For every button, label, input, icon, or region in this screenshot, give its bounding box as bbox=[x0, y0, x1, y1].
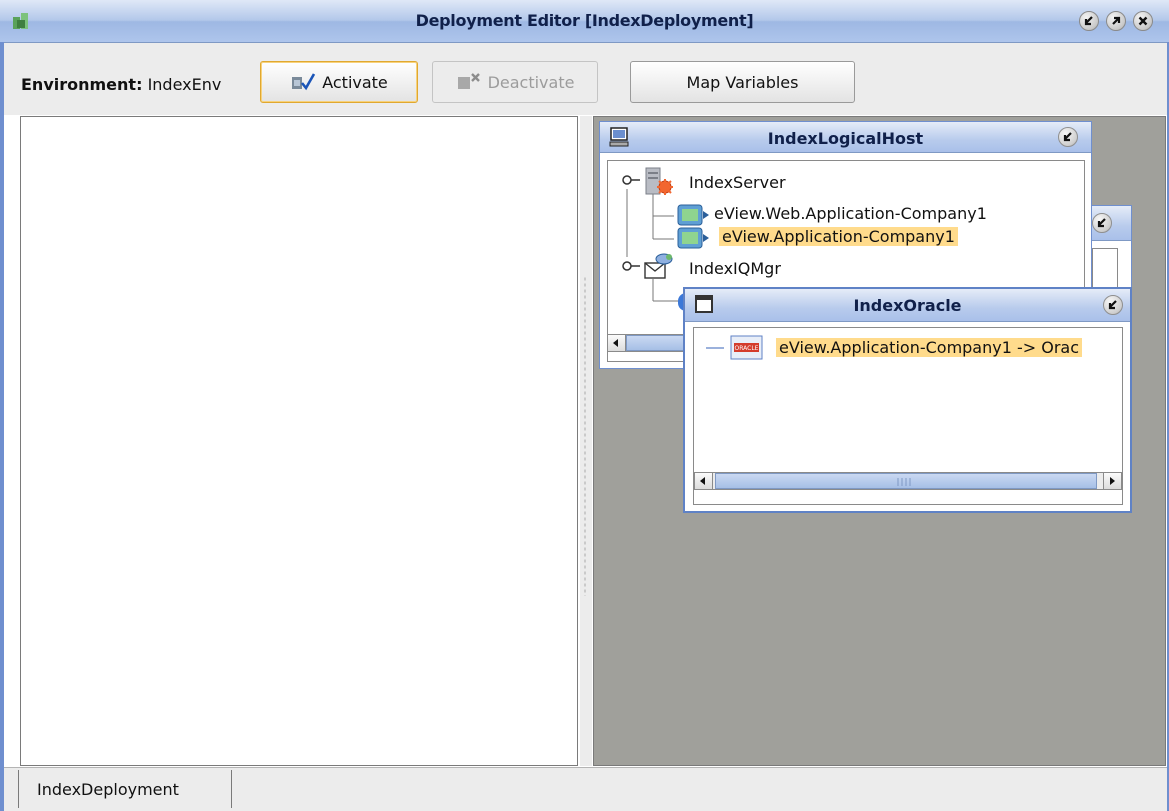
arrow-left-icon bbox=[613, 339, 618, 347]
server-icon bbox=[645, 167, 673, 195]
grip-icon bbox=[897, 478, 911, 486]
logical-host-minimize-button[interactable] bbox=[1058, 127, 1078, 147]
window-frame-left bbox=[0, 42, 4, 811]
tree-item-label-selected[interactable]: eView.Application-Company1 bbox=[719, 227, 958, 246]
hidden-frame-title bbox=[1089, 206, 1131, 241]
map-variables-label: Map Variables bbox=[686, 72, 799, 92]
environment-pane[interactable] bbox=[20, 116, 578, 766]
tab-index-deployment[interactable]: IndexDeployment bbox=[18, 770, 232, 808]
oracle-minimize-button[interactable] bbox=[1103, 295, 1123, 315]
deployment-editor-window: Deployment Editor [IndexDeployment] Envi… bbox=[0, 0, 1169, 811]
tree-item-label[interactable]: IndexIQMgr bbox=[689, 259, 781, 278]
svg-text:ORACLE: ORACLE bbox=[735, 345, 759, 352]
oracle-hscrollbar[interactable] bbox=[694, 472, 1122, 490]
scroll-right-button[interactable] bbox=[1103, 473, 1121, 489]
activate-icon bbox=[292, 73, 316, 91]
oracle-title: IndexOracle bbox=[853, 296, 962, 315]
application-icon bbox=[677, 227, 709, 249]
oracle-title-bar[interactable]: IndexOracle bbox=[685, 289, 1130, 322]
scroll-thumb[interactable] bbox=[715, 473, 1097, 489]
split-pane-divider[interactable] bbox=[580, 116, 592, 766]
oracle-db-icon: ORACLE bbox=[730, 335, 763, 360]
close-button[interactable] bbox=[1133, 11, 1153, 31]
environment-label-text: Environment: bbox=[21, 75, 143, 94]
arrow-right-icon bbox=[1110, 477, 1115, 485]
hidden-frame-minimize-button[interactable] bbox=[1092, 213, 1112, 233]
oracle-frame[interactable]: IndexOracle ORACLE eView.Application-Com… bbox=[683, 287, 1132, 513]
deactivate-button[interactable]: Deactivate bbox=[432, 61, 598, 103]
scroll-left-button[interactable] bbox=[695, 473, 713, 489]
activate-button[interactable]: Activate bbox=[260, 61, 418, 103]
message-queue-icon bbox=[644, 253, 673, 279]
activate-label: Activate bbox=[322, 72, 388, 92]
title-bar[interactable]: Deployment Editor [IndexDeployment] bbox=[0, 0, 1169, 43]
maximize-button[interactable] bbox=[1106, 11, 1126, 31]
minimize-button[interactable] bbox=[1079, 11, 1099, 31]
tree-item-label-selected[interactable]: eView.Application-Company1 -> Orac bbox=[776, 338, 1083, 357]
deployment-canvas[interactable]: IndexLogicalHost IndexServer eView.Web.A… bbox=[593, 116, 1166, 766]
arrow-left-icon bbox=[700, 477, 705, 485]
scroll-left-button[interactable] bbox=[608, 335, 626, 351]
splitter-grip bbox=[584, 276, 586, 596]
tree-item-label[interactable]: IndexServer bbox=[689, 173, 786, 192]
maximize-icon bbox=[1112, 16, 1121, 25]
tab-label: IndexDeployment bbox=[37, 780, 179, 799]
minimize-icon bbox=[1063, 132, 1072, 142]
oracle-tree: ORACLE eView.Application-Company1 -> Ora… bbox=[693, 327, 1123, 505]
minimize-icon bbox=[1108, 300, 1117, 310]
deactivate-label: Deactivate bbox=[487, 72, 575, 92]
minimize-icon bbox=[1084, 16, 1093, 26]
logical-host-title-bar[interactable]: IndexLogicalHost bbox=[600, 122, 1091, 153]
map-variables-button[interactable]: Map Variables bbox=[630, 61, 855, 103]
hidden-frame-content bbox=[1092, 248, 1118, 290]
window-title: Deployment Editor [IndexDeployment] bbox=[415, 11, 754, 30]
environment-value: IndexEnv bbox=[147, 75, 222, 94]
minimize-icon bbox=[1097, 218, 1106, 228]
deactivate-icon bbox=[457, 73, 480, 89]
tree-item-label[interactable]: eView.Web.Application-Company1 bbox=[714, 204, 987, 223]
environment-label: Environment: IndexEnv bbox=[21, 75, 221, 94]
logical-host-title: IndexLogicalHost bbox=[767, 129, 924, 148]
close-icon bbox=[1138, 16, 1148, 26]
